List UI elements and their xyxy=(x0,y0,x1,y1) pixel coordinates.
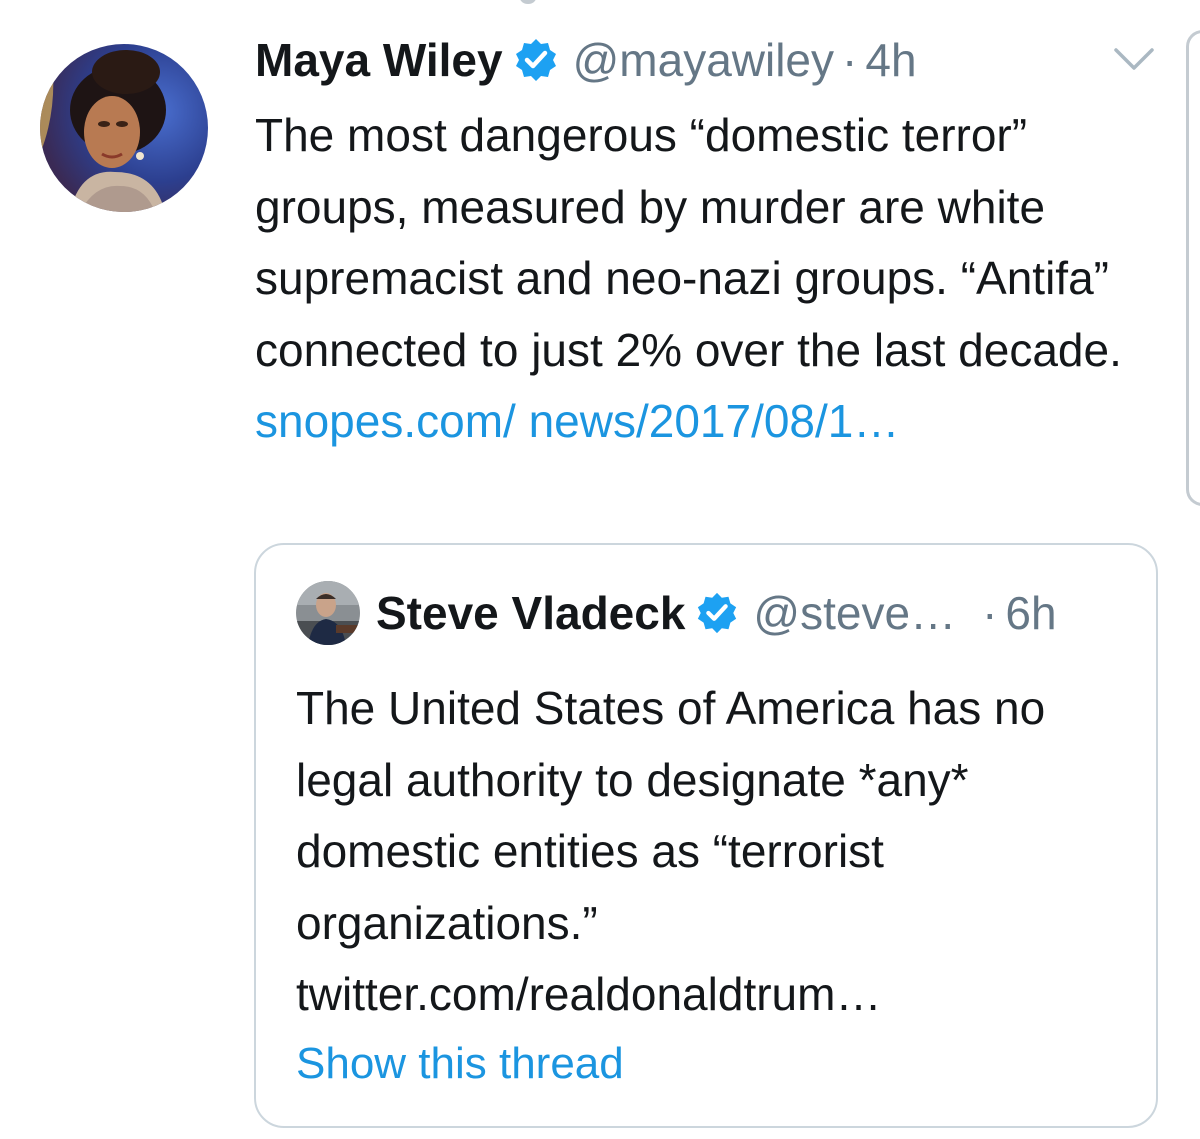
verified-badge-icon xyxy=(513,37,559,83)
quoted-tweet-text: The United States of America has no lega… xyxy=(296,682,1046,1020)
scrollbar[interactable] xyxy=(1186,30,1200,506)
avatar[interactable] xyxy=(40,44,208,212)
quoted-tweet-header: Steve Vladeck @steve… · 6h xyxy=(376,583,1057,643)
chevron-down-icon[interactable] xyxy=(1112,44,1156,74)
author-name[interactable]: Maya Wiley xyxy=(255,33,503,87)
verified-badge-icon xyxy=(695,591,739,635)
separator-dot: · xyxy=(982,587,998,639)
show-thread-link[interactable]: Show this thread xyxy=(296,1039,624,1089)
tweet-link[interactable]: snopes.com/ news/2017/08/1… xyxy=(255,395,899,447)
author-handle[interactable]: @mayawiley xyxy=(573,33,834,87)
tweet-header: Maya Wiley @mayawiley · 4h xyxy=(255,30,917,90)
tweet-body: The most dangerous “domestic terror” gro… xyxy=(255,109,1122,376)
quoted-author-handle[interactable]: @steve… xyxy=(753,586,956,640)
separator-dot: · xyxy=(842,34,858,86)
timestamp[interactable]: 4h xyxy=(865,33,916,87)
quoted-timestamp[interactable]: 6h xyxy=(1005,586,1056,640)
previous-item-fragment xyxy=(520,0,536,4)
tweet-text: The most dangerous “domestic terror” gro… xyxy=(255,100,1155,458)
quoted-tweet-card[interactable]: Steve Vladeck @steve… · 6h The United St… xyxy=(254,543,1158,1128)
quoted-avatar[interactable] xyxy=(296,581,360,645)
quoted-author-name[interactable]: Steve Vladeck xyxy=(376,586,685,640)
